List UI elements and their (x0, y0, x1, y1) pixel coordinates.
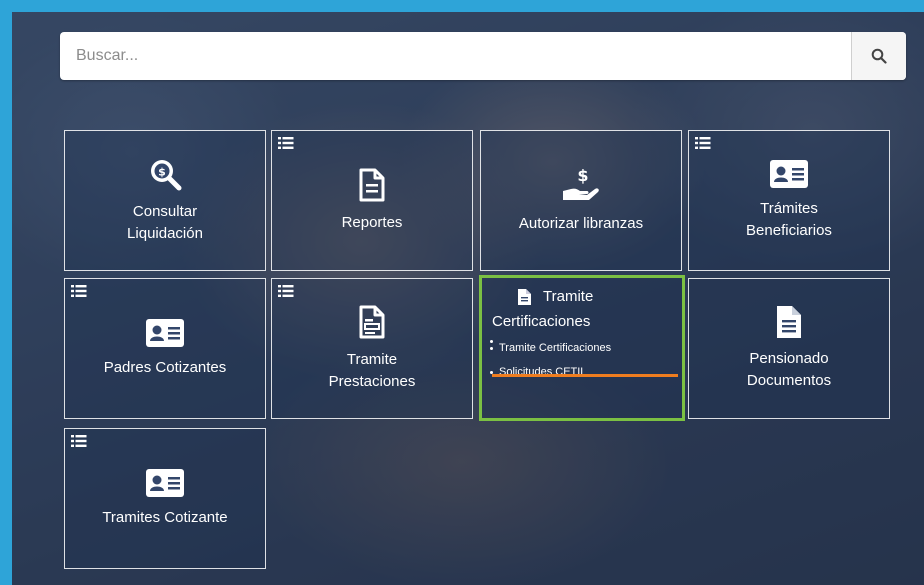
dashboard: $ Consultar Liquidación Reportes $ (12, 12, 924, 585)
money-search-icon: $ (151, 159, 182, 190)
tile-tramite-certificaciones[interactable]: Tramite Certificaciones Tramite Certific… (479, 275, 685, 421)
form-document-icon (359, 305, 385, 338)
search-icon (871, 48, 887, 64)
tile-label: Documentos (746, 371, 832, 389)
tile-label: Tramite (543, 288, 594, 305)
id-card-icon (146, 468, 184, 497)
hand-money-icon: $ (563, 167, 599, 200)
tile-label: Reportes (341, 213, 403, 231)
search-input[interactable] (60, 32, 851, 80)
id-card-icon (770, 159, 808, 188)
document-icon (359, 168, 385, 201)
tile-tramite-prestaciones[interactable]: Tramite Prestaciones (271, 278, 473, 419)
list-icon[interactable] (695, 137, 711, 149)
tile-label: Tramites Cotizante (102, 508, 228, 526)
tile-label: Liquidación (127, 224, 203, 242)
search-button[interactable] (851, 32, 906, 80)
tile-autorizar-libranzas[interactable]: $ Autorizar libranzas (480, 130, 682, 271)
document-icon (518, 288, 531, 305)
tile-label: Trámites (760, 199, 818, 217)
id-card-icon (146, 318, 184, 347)
tile-label: Certificaciones (492, 313, 591, 330)
submenu: Tramite Certificaciones Solicitudes CETI… (490, 340, 611, 388)
tile-padres-cotizantes[interactable]: Padres Cotizantes (64, 278, 266, 419)
tile-reportes[interactable]: Reportes (271, 130, 473, 271)
file-icon (777, 305, 801, 338)
bullet-dot (490, 340, 493, 343)
svg-text:$: $ (577, 167, 588, 185)
tile-consultar-liquidacion[interactable]: $ Consultar Liquidación (64, 130, 266, 271)
tile-pensionado-documentos[interactable]: Pensionado Documentos (688, 278, 890, 419)
svg-text:$: $ (158, 165, 166, 178)
list-icon[interactable] (71, 435, 87, 447)
bullet-dot (490, 346, 493, 350)
tile-label: Beneficiarios (746, 221, 832, 239)
submenu-item-solicitudes-cetil[interactable]: Solicitudes CETIL (490, 364, 611, 380)
submenu-item-tramite-certificaciones[interactable]: Tramite Certificaciones (490, 340, 611, 356)
tile-label: Pensionado (749, 349, 829, 367)
tile-tramites-beneficiarios[interactable]: Trámites Beneficiarios (688, 130, 890, 271)
tile-label: Prestaciones (328, 372, 416, 390)
list-icon[interactable] (278, 137, 294, 149)
tile-label: Autorizar libranzas (518, 214, 644, 232)
active-item-underline (492, 374, 678, 377)
tile-label: Padres Cotizantes (103, 358, 227, 376)
submenu-label: Solicitudes CETIL (499, 366, 587, 378)
tile-label: Tramite (346, 350, 398, 368)
tile-header: Tramite (518, 288, 593, 305)
tile-label: Consultar (132, 202, 198, 220)
tile-tramites-cotizante[interactable]: Tramites Cotizante (64, 428, 266, 569)
list-icon[interactable] (71, 285, 87, 297)
submenu-label: Tramite Certificaciones (499, 342, 612, 354)
list-icon[interactable] (278, 285, 294, 297)
search-bar (60, 32, 906, 80)
